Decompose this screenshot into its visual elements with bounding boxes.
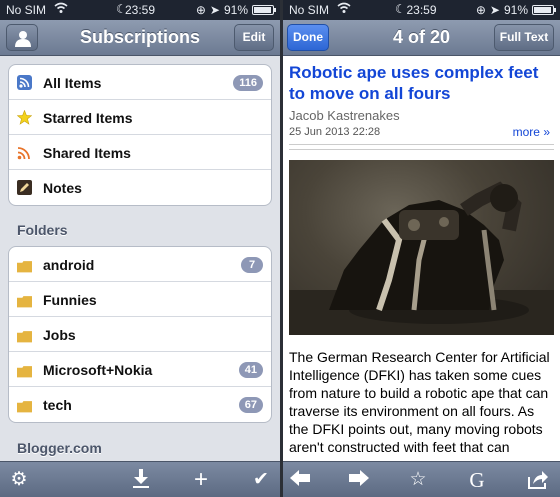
subscriptions-navbar: Subscriptions Edit: [0, 20, 280, 56]
unread-count-badge: 67: [238, 397, 263, 413]
list-item-shared-items[interactable]: Shared Items: [9, 135, 271, 170]
unread-count-badge: 41: [238, 362, 263, 378]
folder-item-tech[interactable]: tech 67: [9, 387, 271, 422]
status-bar: No SIM ☾ 23:59 ⊕ ➤ 91%: [0, 0, 280, 20]
folder-item-funnies[interactable]: Funnies: [9, 282, 271, 317]
folder-icon: [17, 366, 32, 378]
folder-label: android: [43, 257, 95, 273]
lock-rotation-icon: ⊕: [475, 3, 486, 17]
share-icon[interactable]: [527, 469, 549, 491]
forward-arrow-icon[interactable]: [348, 469, 370, 491]
rss-feed-icon: [17, 75, 32, 90]
lock-rotation-icon: ⊕: [195, 3, 206, 17]
list-item-starred-items[interactable]: Starred Items: [9, 100, 271, 135]
article-toolbar: ☆ G: [283, 461, 560, 497]
share-feed-icon: [17, 147, 30, 160]
folder-icon: [17, 261, 32, 273]
article-image: [289, 160, 554, 335]
gear-icon[interactable]: ⚙: [8, 469, 30, 491]
divider: [289, 149, 554, 150]
article-author: Jacob Kastrenakes: [289, 108, 400, 123]
folder-icon: [17, 401, 32, 413]
article-navbar: Done 4 of 20 Full Text: [283, 20, 560, 56]
article-date: 25 Jun 2013 22:28: [289, 126, 381, 138]
google-icon[interactable]: G: [466, 469, 488, 491]
folder-label: Jobs: [43, 327, 76, 343]
edit-button[interactable]: Edit: [234, 24, 274, 51]
download-icon[interactable]: [130, 469, 152, 491]
list-item-notes[interactable]: Notes: [9, 170, 271, 205]
battery-percent: 91%: [223, 3, 248, 17]
location-icon: ➤: [209, 3, 220, 17]
full-text-button[interactable]: Full Text: [494, 24, 554, 51]
subscriptions-toolbar: ⚙ + ✔: [0, 461, 280, 497]
folders-group: android 7 Funnies Jobs Microsoft+Nokia 4…: [8, 246, 272, 423]
star-icon: [17, 110, 32, 125]
battery-icon: [532, 5, 556, 15]
list-item-label: Notes: [43, 180, 82, 196]
more-link[interactable]: more »: [513, 125, 550, 139]
list-item-label: All Items: [43, 75, 102, 91]
plus-icon[interactable]: +: [190, 468, 212, 492]
folders-header: Folders: [17, 222, 68, 238]
location-icon: ➤: [489, 3, 500, 17]
list-item-label: Starred Items: [43, 110, 133, 126]
folder-icon: [17, 331, 32, 343]
main-items-group: All Items 116 Starred Items Shared Items…: [8, 64, 272, 206]
article-pane: No SIM ☾ 23:59 ⊕ ➤ 91% Done 4 of 20 Full…: [283, 0, 560, 497]
list-item-label: Shared Items: [43, 145, 131, 161]
status-bar: No SIM ☾ 23:59 ⊕ ➤ 91%: [283, 0, 560, 20]
folder-label: Microsoft+Nokia: [43, 362, 153, 378]
star-outline-icon[interactable]: ☆: [407, 469, 429, 491]
unread-count-badge: 116: [233, 75, 263, 91]
unread-count-badge: 7: [241, 257, 263, 273]
battery-percent: 91%: [503, 3, 528, 17]
subscriptions-pane: No SIM ☾ 23:59 ⊕ ➤ 91% Subscriptions Edi…: [0, 0, 280, 497]
checkmark-icon[interactable]: ✔: [250, 469, 272, 491]
folder-label: Funnies: [43, 292, 97, 308]
folder-item-jobs[interactable]: Jobs: [9, 317, 271, 352]
blogger-section-header: Blogger.com: [17, 440, 102, 456]
article-body: The German Research Center for Artificia…: [289, 349, 550, 455]
list-item-all-items[interactable]: All Items 116: [9, 65, 271, 100]
battery-icon: [252, 5, 276, 15]
divider: [289, 144, 554, 145]
folder-item-microsoft-nokia[interactable]: Microsoft+Nokia 41: [9, 352, 271, 387]
folder-label: tech: [43, 397, 72, 413]
folder-icon: [17, 296, 32, 308]
article-title[interactable]: Robotic ape uses complex feet to move on…: [289, 62, 554, 104]
folder-item-android[interactable]: android 7: [9, 247, 271, 282]
back-arrow-icon[interactable]: [289, 469, 311, 491]
note-icon: [17, 180, 32, 195]
